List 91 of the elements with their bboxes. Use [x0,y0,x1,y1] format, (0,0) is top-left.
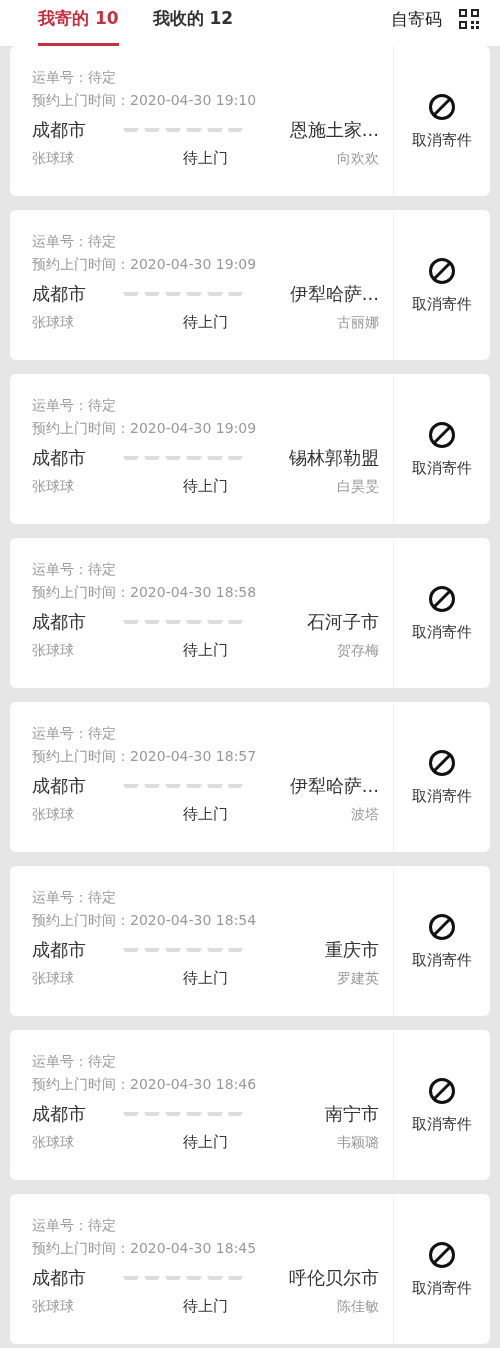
recipient-name: 古丽娜 [336,313,379,332]
route-dashes-icon [122,783,243,789]
cancel-shipment-button[interactable]: 取消寄件 [393,46,490,196]
destination-city: 重庆市 [324,938,379,962]
order-card[interactable]: 运单号：待定 预约上门时间：2020-04-30 18:46 成都市 南宁市 张球球 待上门 韦颖璐 取消寄件 [10,1030,490,1180]
order-status: 待上门 [183,313,228,332]
order-card[interactable]: 运单号：待定 预约上门时间：2020-04-30 18:45 成都市 呼伦贝尔市 张球球 待上门 陈佳敏 取消寄件 [10,1194,490,1344]
destination-city: 石河子市 [306,610,379,634]
pickup-time: 预约上门时间：2020-04-30 18:54 [32,911,258,930]
pickup-time: 预约上门时间：2020-04-30 18:45 [32,1239,258,1258]
self-send-code-button[interactable]: 自寄码 [391,0,480,46]
order-card[interactable]: 运单号：待定 预约上门时间：2020-04-30 19:09 成都市 锡林郭勒盟 张球球 待上门 白昊旻 取消寄件 [10,374,490,524]
origin-city: 成都市 [32,118,86,142]
order-status: 待上门 [183,149,228,168]
sender-name: 张球球 [32,969,75,988]
origin-city: 成都市 [32,446,86,470]
waybill-number: 运单号：待定 [32,724,117,743]
destination-city: 恩施土家... [288,118,379,142]
origin-city: 成都市 [32,938,86,962]
sender-name: 张球球 [32,149,75,168]
prohibited-icon [428,420,456,449]
order-status: 待上门 [183,477,228,496]
prohibited-icon [428,584,456,613]
prohibited-icon [428,1240,456,1269]
cancel-shipment-button[interactable]: 取消寄件 [393,702,490,852]
origin-city: 成都市 [32,282,86,306]
cancel-shipment-button[interactable]: 取消寄件 [393,1030,490,1180]
sender-name: 张球球 [32,805,75,824]
waybill-number: 运单号：待定 [32,1052,117,1071]
waybill-number: 运单号：待定 [32,232,117,251]
recipient-name: 白昊旻 [336,477,379,496]
waybill-number: 运单号：待定 [32,1216,117,1235]
order-card[interactable]: 运单号：待定 预约上门时间：2020-04-30 18:57 成都市 伊犁哈萨... 张球球 待上门 波塔 取消寄件 [10,702,490,852]
prohibited-icon [428,256,456,285]
waybill-number: 运单号：待定 [32,396,117,415]
order-status: 待上门 [183,805,228,824]
origin-city: 成都市 [32,610,86,634]
destination-city: 锡林郭勒盟 [288,446,379,470]
destination-city: 呼伦贝尔市 [288,1266,379,1290]
prohibited-icon [428,92,456,121]
pickup-time: 预约上门时间：2020-04-30 19:10 [32,91,258,110]
route-dashes-icon [122,127,243,133]
order-card[interactable]: 运单号：待定 预约上门时间：2020-04-30 19:09 成都市 伊犁哈萨... 张球球 待上门 古丽娜 取消寄件 [10,210,490,360]
origin-city: 成都市 [32,1266,86,1290]
order-status: 待上门 [183,969,228,988]
destination-city: 伊犁哈萨... [288,774,379,798]
pickup-time: 预约上门时间：2020-04-30 18:57 [32,747,258,766]
cancel-shipment-button[interactable]: 取消寄件 [393,538,490,688]
origin-city: 成都市 [32,774,86,798]
tab[interactable]: 我收的 12 [152,0,234,46]
recipient-name: 向欢欢 [336,149,379,168]
prohibited-icon [428,1076,456,1105]
pickup-time: 预约上门时间：2020-04-30 19:09 [32,419,258,438]
order-status: 待上门 [183,1297,228,1316]
destination-city: 伊犁哈萨... [288,282,379,306]
recipient-name: 罗建英 [336,969,379,988]
route-dashes-icon [122,619,243,625]
waybill-number: 运单号：待定 [32,888,117,907]
route-dashes-icon [122,947,243,953]
waybill-number: 运单号：待定 [32,560,117,579]
order-status: 待上门 [183,1133,228,1152]
order-card[interactable]: 运单号：待定 预约上门时间：2020-04-30 18:58 成都市 石河子市 张球球 待上门 贺存梅 取消寄件 [10,538,490,688]
pickup-time: 预约上门时间：2020-04-30 18:58 [32,583,258,602]
prohibited-icon [428,748,456,777]
cancel-shipment-button[interactable]: 取消寄件 [393,374,490,524]
cancel-shipment-button[interactable]: 取消寄件 [393,210,490,360]
prohibited-icon [428,912,456,941]
waybill-number: 运单号：待定 [32,68,117,87]
order-card[interactable]: 运单号：待定 预约上门时间：2020-04-30 19:10 成都市 恩施土家... 张球球 待上门 向欢欢 取消寄件 [10,46,490,196]
order-card[interactable]: 运单号：待定 预约上门时间：2020-04-30 18:54 成都市 重庆市 张球球 待上门 罗建英 取消寄件 [10,866,490,1016]
route-dashes-icon [122,1111,243,1117]
recipient-name: 波塔 [350,805,379,824]
cancel-shipment-button[interactable]: 取消寄件 [393,866,490,1016]
recipient-name: 陈佳敏 [336,1297,379,1316]
sender-name: 张球球 [32,641,75,660]
pickup-time: 预约上门时间：2020-04-30 19:09 [32,255,258,274]
sender-name: 张球球 [32,1297,75,1316]
recipient-name: 韦颖璐 [336,1133,379,1152]
pickup-time: 预约上门时间：2020-04-30 18:46 [32,1075,258,1094]
order-status: 待上门 [183,641,228,660]
cancel-shipment-button[interactable]: 取消寄件 [393,1194,490,1344]
route-dashes-icon [122,455,243,461]
sender-name: 张球球 [32,477,75,496]
route-dashes-icon [122,1275,243,1281]
sender-name: 张球球 [32,313,75,332]
origin-city: 成都市 [32,1102,86,1126]
qr-code-icon [458,8,480,30]
sender-name: 张球球 [32,1133,75,1152]
destination-city: 南宁市 [324,1102,379,1126]
route-dashes-icon [122,291,243,297]
recipient-name: 贺存梅 [336,641,379,660]
